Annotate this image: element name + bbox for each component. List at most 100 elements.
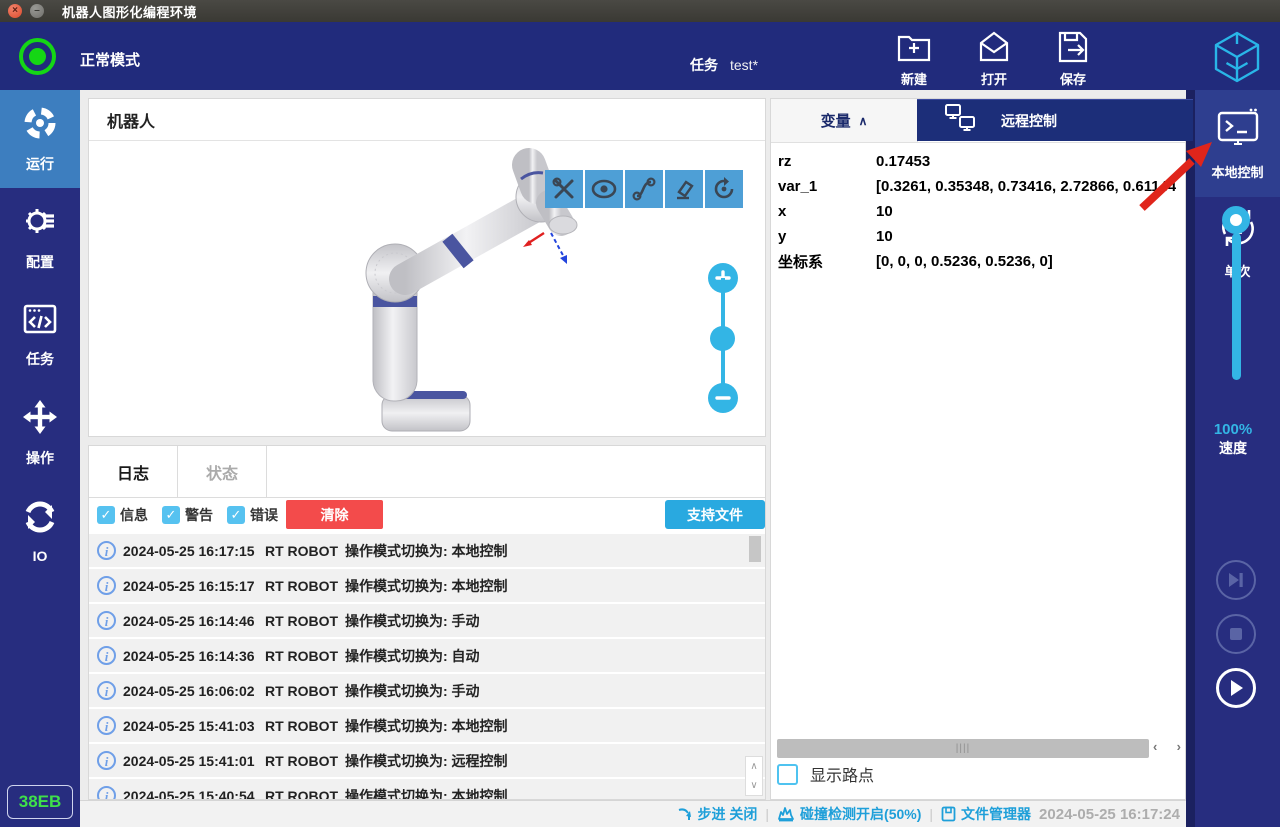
- filter-error-checkbox[interactable]: ✓: [227, 506, 245, 524]
- variable-value: 10: [876, 203, 1176, 220]
- log-entry-time: 2024-05-25 16:15:17: [123, 578, 265, 594]
- log-entry-source: RT ROBOT: [265, 578, 345, 594]
- reset-view-button[interactable]: [705, 170, 743, 208]
- file-manager-button[interactable]: 文件管理器: [941, 804, 1031, 824]
- log-entry-message: 操作模式切换为: 手动: [345, 611, 480, 631]
- show-waypoints-checkbox[interactable]: [777, 764, 798, 785]
- robot-3d-viewport[interactable]: [89, 141, 765, 436]
- task-value: test*: [730, 57, 758, 73]
- log-scrollbar-thumb[interactable]: [749, 536, 761, 562]
- log-entry-time: 2024-05-25 15:41:01: [123, 753, 265, 769]
- window-titlebar: × – 机器人图形化编程环境: [0, 0, 1280, 22]
- chevron-up-icon: ∧: [859, 114, 868, 128]
- variables-hscrollbar[interactable]: ||||: [777, 739, 1149, 758]
- log-scrollbar[interactable]: [749, 536, 761, 756]
- sidebar-item-label: 任务: [26, 349, 54, 369]
- sidebar-item-io[interactable]: IO: [0, 482, 80, 580]
- open-task-button[interactable]: 打开: [958, 30, 1030, 86]
- clear-log-button[interactable]: 清除: [286, 500, 383, 529]
- log-entry-row: i 2024-05-25 15:41:03 RT ROBOT 操作模式切换为: …: [89, 709, 765, 742]
- local-control-button[interactable]: 本地控制: [1195, 90, 1280, 197]
- collision-detect-toggle[interactable]: 碰撞检测开启(50%): [777, 804, 921, 824]
- info-icon: i: [97, 681, 116, 700]
- scroll-up-icon[interactable]: ∧: [746, 757, 762, 776]
- separator: |: [765, 806, 769, 822]
- log-entry-time: 2024-05-25 16:17:15: [123, 543, 265, 559]
- scroll-down-icon[interactable]: ∨: [746, 776, 762, 795]
- brand-logo-icon: [1211, 30, 1263, 89]
- sidebar-item-label: 配置: [26, 252, 54, 272]
- variable-name: y: [778, 228, 876, 245]
- visibility-button[interactable]: [585, 170, 623, 208]
- save-icon: [1055, 30, 1091, 69]
- scrollbar-grip-icon: ||||: [956, 743, 970, 754]
- log-entry-message: 操作模式切换为: 自动: [345, 646, 480, 666]
- separator: |: [929, 806, 933, 822]
- new-task-label: 新建: [901, 69, 927, 88]
- filter-info-checkbox[interactable]: ✓: [97, 506, 115, 524]
- step-mode-toggle[interactable]: 步进 关闭: [677, 804, 758, 824]
- remote-control-label: 远程控制: [1001, 111, 1057, 131]
- speed-slider-handle[interactable]: [1222, 206, 1250, 234]
- scroll-left-icon[interactable]: ‹: [1153, 739, 1157, 758]
- skip-icon: [1227, 572, 1245, 588]
- gear-icon: [22, 203, 58, 244]
- filter-info-label: 信息: [120, 505, 148, 525]
- log-entry-message: 操作模式切换为: 本地控制: [345, 541, 508, 561]
- scroll-right-icon[interactable]: ›: [1177, 739, 1181, 758]
- log-panel: 日志 状态 ✓ 信息 ✓ 警告 ✓ 错误 清除 支持文件 i 2024-05-2…: [88, 445, 766, 800]
- run-icon: [22, 105, 58, 146]
- left-sidebar: 运行 配置 任务: [0, 90, 80, 827]
- variables-collapse-tab[interactable]: 变量 ∧: [771, 99, 918, 142]
- log-entry-row: i 2024-05-25 16:14:36 RT ROBOT 操作模式切换为: …: [89, 639, 765, 672]
- window-minimize-button[interactable]: –: [30, 4, 44, 18]
- save-task-button[interactable]: 保存: [1037, 30, 1109, 86]
- window-close-button[interactable]: ×: [8, 4, 22, 18]
- tab-log[interactable]: 日志: [89, 446, 178, 498]
- support-file-button[interactable]: 支持文件: [665, 500, 765, 529]
- variables-hscroll-arrows: ‹ ›: [1153, 739, 1181, 758]
- speed-label: 速度: [1195, 438, 1271, 458]
- sidebar-item-run[interactable]: 运行: [0, 90, 80, 188]
- play-button[interactable]: [1216, 668, 1256, 708]
- minus-icon: [715, 390, 731, 406]
- log-entry-source: RT ROBOT: [265, 788, 345, 801]
- local-control-label: 本地控制: [1211, 162, 1263, 181]
- log-entry-row: i 2024-05-25 16:17:15 RT ROBOT 操作模式切换为: …: [89, 534, 765, 567]
- variable-name: rz: [778, 153, 876, 170]
- log-entry-time: 2024-05-25 15:40:54: [123, 788, 265, 801]
- log-entry-row: i 2024-05-25 16:06:02 RT ROBOT 操作模式切换为: …: [89, 674, 765, 707]
- sidebar-item-operate[interactable]: 操作: [0, 384, 80, 482]
- remote-control-icon: [945, 104, 975, 137]
- tools-button[interactable]: [545, 170, 583, 208]
- right-sidebar: 本地控制 1 单次: [1186, 90, 1280, 827]
- variable-value: [0, 0, 0, 0.5236, 0.5236, 0]: [876, 253, 1176, 270]
- step-forward-button[interactable]: [1216, 560, 1256, 600]
- zoom-slider-handle[interactable]: [710, 326, 735, 351]
- variable-row: 坐标系 [0, 0, 0, 0.5236, 0.5236, 0]: [771, 249, 1185, 274]
- path-button[interactable]: [625, 170, 663, 208]
- code-window-icon: [22, 302, 58, 341]
- tab-status[interactable]: 状态: [178, 446, 267, 498]
- application-window: × – 机器人图形化编程环境 正常模式 任务 test* 配置 default …: [0, 0, 1280, 827]
- variable-name: 坐标系: [778, 251, 876, 272]
- sidebar-item-config[interactable]: 配置: [0, 188, 80, 286]
- terminal-icon: [1215, 107, 1261, 154]
- file-manager-label: 文件管理器: [961, 804, 1031, 824]
- variable-name: var_1: [778, 178, 876, 195]
- speed-slider-track[interactable]: [1232, 233, 1241, 380]
- speed-value: 100%: [1195, 421, 1271, 438]
- filter-warning-checkbox[interactable]: ✓: [162, 506, 180, 524]
- stop-button[interactable]: [1216, 614, 1256, 654]
- sidebar-item-task[interactable]: 任务: [0, 286, 80, 384]
- menu-item-remote-control[interactable]: 远程控制: [917, 99, 1193, 141]
- erase-button[interactable]: [665, 170, 703, 208]
- zoom-out-button[interactable]: [708, 383, 738, 413]
- sidebar-item-label: IO: [33, 548, 48, 564]
- info-icon: i: [97, 611, 116, 630]
- log-scroll-arrows: ∧ ∨: [745, 756, 763, 796]
- main-area: 机器人: [80, 90, 1186, 800]
- new-task-button[interactable]: 新建: [878, 30, 950, 86]
- log-entry-message: 操作模式切换为: 本地控制: [345, 786, 508, 801]
- open-task-label: 打开: [981, 69, 1007, 88]
